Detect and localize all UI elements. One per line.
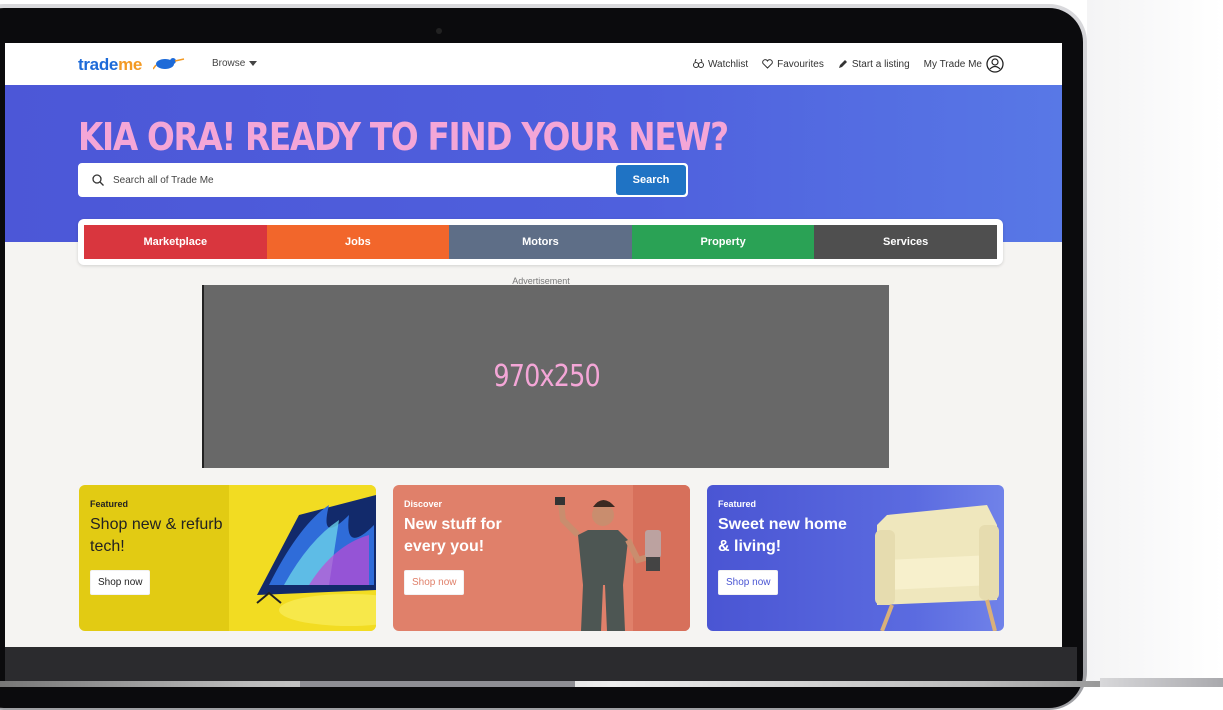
- card-kicker: Featured: [718, 499, 757, 509]
- laptop-base: [0, 681, 1223, 687]
- search-icon: [92, 174, 104, 186]
- laptop-chin: [5, 647, 1077, 683]
- tab-marketplace[interactable]: Marketplace: [84, 225, 267, 259]
- card-kicker: Discover: [404, 499, 443, 509]
- kiwi-icon: [153, 58, 185, 70]
- binoculars-icon: [692, 59, 704, 68]
- search-button[interactable]: Search: [616, 165, 686, 195]
- favourites-link[interactable]: Favourites: [762, 59, 824, 70]
- card-title: Shop new & refurb tech!: [90, 516, 223, 555]
- tab-property[interactable]: Property: [631, 225, 815, 259]
- browser-screen: trademe Browse Watchlist Favourites Star…: [5, 43, 1062, 647]
- laptop-base-right: [1100, 678, 1223, 687]
- search-input[interactable]: [111, 173, 616, 187]
- browse-label: Browse: [212, 58, 246, 69]
- laptop-base-notch: [300, 681, 575, 687]
- favourites-label: Favourites: [777, 58, 824, 70]
- watchlist-label: Watchlist: [707, 58, 749, 70]
- chevron-down-icon: [249, 60, 258, 66]
- promo-card-tech[interactable]: Featured Shop new & refurb tech! Shop no…: [79, 485, 376, 631]
- start-listing-label: Start a listing: [851, 58, 910, 70]
- account-nav: Watchlist Favourites Start a listing My …: [692, 55, 1004, 73]
- tab-motors[interactable]: Motors: [449, 225, 632, 259]
- category-tabs-card: Marketplace Jobs Motors Property Service…: [78, 219, 1003, 265]
- my-trademe-link[interactable]: My Trade Me: [924, 55, 1004, 73]
- logo-text-primary: trade: [78, 55, 119, 74]
- user-circle-icon: [986, 55, 1004, 73]
- camera-icon: [436, 28, 442, 34]
- person-illustration: [533, 485, 690, 631]
- shop-now-button[interactable]: Shop now: [90, 570, 151, 595]
- heart-icon: [762, 59, 773, 69]
- hero-headline: KIA ORA! READY TO FIND YOUR NEW?: [78, 115, 729, 159]
- card-title: Sweet new home & living!: [718, 516, 847, 555]
- promo-card-discover[interactable]: Discover New stuff for every you! Shop n…: [393, 485, 690, 631]
- armchair-illustration: [875, 505, 999, 631]
- search-bar: Search: [78, 163, 688, 197]
- tab-jobs[interactable]: Jobs: [266, 225, 450, 259]
- start-listing-link[interactable]: Start a listing: [838, 59, 910, 70]
- trademe-logo[interactable]: trademe: [78, 55, 142, 75]
- card-title: New stuff for every you!: [404, 516, 502, 555]
- category-tabs: Marketplace Jobs Motors Property Service…: [84, 225, 997, 259]
- watchlist-link[interactable]: Watchlist: [692, 58, 749, 70]
- card-kicker: Featured: [90, 499, 129, 509]
- pencil-icon: [838, 60, 847, 68]
- background-right: [1087, 0, 1223, 687]
- top-navigation: trademe Browse Watchlist Favourites Star…: [5, 43, 1062, 85]
- tab-services[interactable]: Services: [814, 225, 997, 259]
- shop-now-button[interactable]: Shop now: [718, 570, 779, 595]
- shop-now-button[interactable]: Shop now: [404, 570, 465, 595]
- tv-illustration: [229, 485, 376, 631]
- promo-card-home[interactable]: Featured Sweet new home & living! Shop n…: [707, 485, 1004, 631]
- logo-text-secondary: me: [118, 55, 143, 74]
- my-trademe-label: My Trade Me: [923, 58, 982, 70]
- browse-menu[interactable]: Browse: [212, 58, 258, 69]
- advertisement-banner[interactable]: 970x250: [202, 285, 889, 468]
- ad-size-text: 970x250: [493, 359, 600, 394]
